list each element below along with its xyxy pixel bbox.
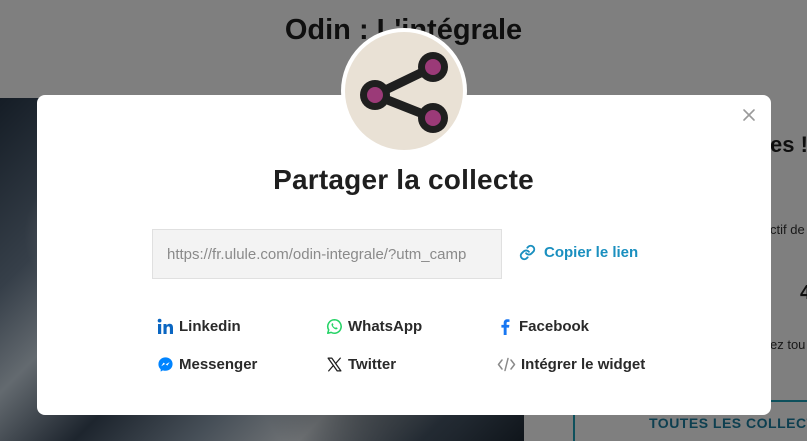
share-linkedin-button[interactable]: Linkedin: [157, 318, 241, 335]
twitter-x-icon: [326, 356, 343, 373]
share-whatsapp-label: WhatsApp: [348, 318, 423, 335]
messenger-icon: [157, 356, 174, 373]
share-linkedin-label: Linkedin: [179, 318, 241, 335]
share-twitter-button[interactable]: Twitter: [326, 356, 396, 373]
share-messenger-button[interactable]: Messenger: [157, 356, 257, 373]
copy-link-label: Copier le lien: [544, 244, 639, 261]
close-icon[interactable]: [739, 105, 759, 125]
modal-title: Partager la collecte: [273, 164, 534, 195]
share-messenger-label: Messenger: [179, 356, 258, 373]
link-icon: [519, 244, 536, 261]
share-widget-label: Intégrer le widget: [521, 356, 646, 373]
share-link-input[interactable]: [152, 229, 502, 279]
code-icon: [497, 356, 516, 373]
share-icon: [360, 52, 448, 133]
facebook-icon: [497, 318, 514, 335]
copy-link-button[interactable]: Copier le lien: [519, 244, 638, 261]
linkedin-icon: [157, 318, 174, 335]
share-whatsapp-button[interactable]: WhatsApp: [326, 318, 422, 335]
share-facebook-label: Facebook: [519, 318, 590, 335]
share-avatar: [341, 28, 467, 154]
share-twitter-label: Twitter: [348, 356, 397, 373]
share-facebook-button[interactable]: Facebook: [497, 318, 589, 335]
whatsapp-icon: [326, 318, 343, 335]
share-widget-button[interactable]: Intégrer le widget: [497, 356, 645, 373]
